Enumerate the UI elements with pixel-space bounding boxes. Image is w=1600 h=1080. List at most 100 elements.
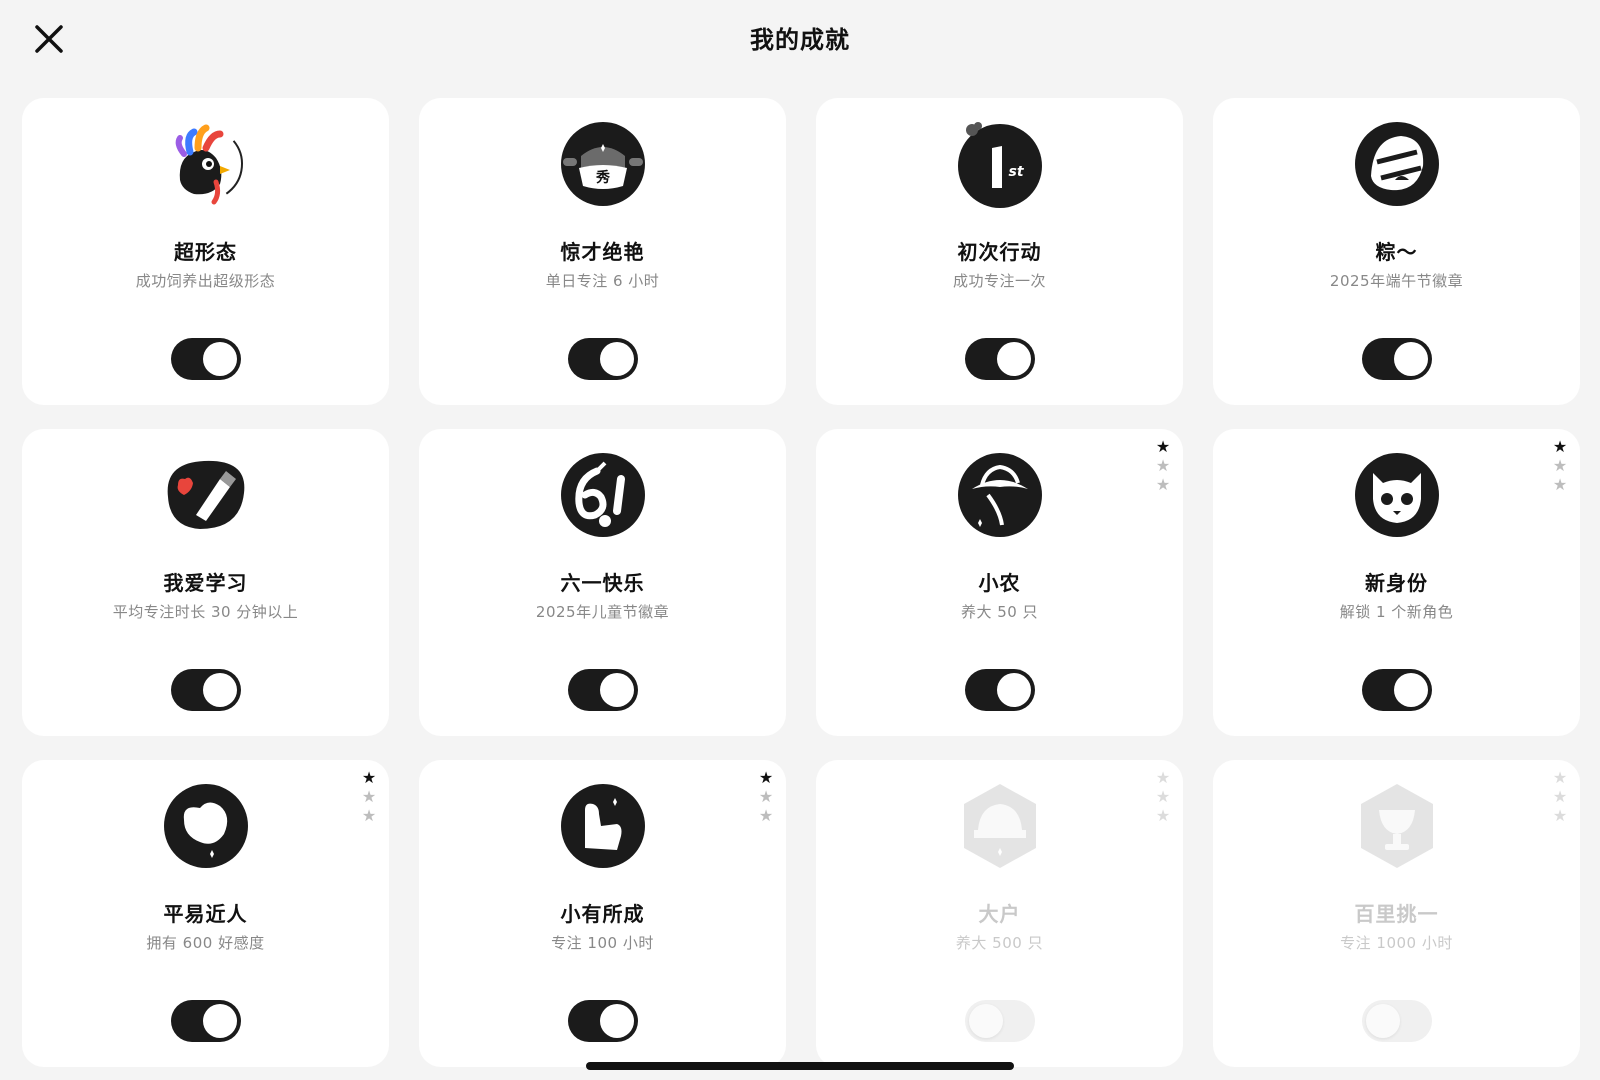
achievement-name: 百里挑一 xyxy=(1354,902,1439,926)
toggle-knob xyxy=(202,342,237,376)
star-empty-icon: ★ xyxy=(758,806,774,825)
achievement-card[interactable]: 平易近人 拥有 600 好感度 ★ ★ ★ xyxy=(22,760,389,1067)
thumb-up-icon xyxy=(557,780,649,872)
toggle-knob xyxy=(202,673,237,707)
star-filled-icon: ★ xyxy=(361,768,377,787)
achievement-card[interactable]: 小农 养大 50 只 ★ ★ ★ xyxy=(816,429,1183,736)
toggle-knob xyxy=(599,1004,634,1038)
top-bar: 我的成就 xyxy=(0,0,1600,80)
display-toggle[interactable] xyxy=(170,669,241,711)
achievement-description: 单日专注 6 小时 xyxy=(545,272,660,290)
achievement-name: 大户 xyxy=(978,902,1021,926)
star-empty-icon: ★ xyxy=(361,806,377,825)
achievement-description: 成功专注一次 xyxy=(952,272,1046,290)
rooster-icon xyxy=(160,118,252,210)
display-toggle[interactable] xyxy=(567,338,638,380)
toggle-knob xyxy=(1393,673,1428,707)
svg-text:秀: 秀 xyxy=(595,169,611,186)
cap-icon xyxy=(954,780,1046,872)
achievement-card[interactable]: 新身份 解锁 1 个新角色 ★ ★ ★ xyxy=(1213,429,1580,736)
toggle-knob xyxy=(1365,1004,1400,1038)
toggle-knob xyxy=(599,673,634,707)
star-rating: ★ ★ ★ xyxy=(1552,770,1570,827)
achievement-description: 2025年儿童节徽章 xyxy=(535,603,670,621)
achievement-description: 专注 100 小时 xyxy=(551,934,654,952)
sixty-one-icon xyxy=(557,449,649,541)
achievement-name: 粽～ xyxy=(1375,240,1418,264)
star-empty-icon: ★ xyxy=(1552,806,1568,825)
achievement-card[interactable]: 超形态成功饲养出超级形态 xyxy=(22,98,389,405)
achievement-description: 养大 500 只 xyxy=(955,934,1044,952)
achievement-name: 小有所成 xyxy=(560,902,645,926)
star-empty-icon: ★ xyxy=(1552,768,1568,787)
star-empty-icon: ★ xyxy=(1155,768,1171,787)
toggle-knob xyxy=(996,673,1031,707)
star-rating: ★ ★ ★ xyxy=(758,770,776,827)
achievement-name: 我爱学习 xyxy=(163,571,248,595)
achievement-description: 2025年端午节徽章 xyxy=(1329,272,1464,290)
farmer-hat-icon xyxy=(954,449,1046,541)
display-toggle[interactable] xyxy=(170,338,241,380)
star-empty-icon: ★ xyxy=(1155,475,1171,494)
star-empty-icon: ★ xyxy=(1155,787,1171,806)
achievement-name: 平易近人 xyxy=(163,902,248,926)
achievement-card[interactable]: st 初次行动成功专注一次 xyxy=(816,98,1183,405)
star-filled-icon: ★ xyxy=(1155,437,1171,456)
achievement-name: 新身份 xyxy=(1365,571,1428,595)
toggle-knob xyxy=(1393,342,1428,376)
achievement-description: 养大 50 只 xyxy=(960,603,1039,621)
toggle-knob xyxy=(202,1004,237,1038)
achievement-name: 惊才绝艳 xyxy=(560,240,645,264)
achievement-name: 六一快乐 xyxy=(560,571,645,595)
star-empty-icon: ★ xyxy=(361,787,377,806)
star-filled-icon: ★ xyxy=(758,768,774,787)
star-rating: ★ ★ ★ xyxy=(1155,439,1173,496)
achievement-name: 初次行动 xyxy=(957,240,1042,264)
pen-heart-icon xyxy=(160,449,252,541)
star-rating: ★ ★ ★ xyxy=(1552,439,1570,496)
first-place-icon: st xyxy=(954,118,1046,210)
cat-mask-icon xyxy=(1351,449,1443,541)
star-rating: ★ ★ ★ xyxy=(1155,770,1173,827)
page-title: 我的成就 xyxy=(750,26,850,54)
toggle-knob xyxy=(599,342,634,376)
star-empty-icon: ★ xyxy=(1552,456,1568,475)
achievement-card[interactable]: 我爱学习平均专注时长 30 分钟以上 xyxy=(22,429,389,736)
achievement-card[interactable]: 大户 养大 500 只 ★ ★ ★ xyxy=(816,760,1183,1067)
star-empty-icon: ★ xyxy=(1155,806,1171,825)
achievement-card[interactable]: 百里挑一 专注 1000 小时 ★ ★ ★ xyxy=(1213,760,1580,1067)
display-toggle[interactable] xyxy=(964,1000,1035,1042)
achievement-description: 解锁 1 个新角色 xyxy=(1339,603,1454,621)
trophy-icon xyxy=(1351,780,1443,872)
achievement-grid: 超形态成功饲养出超级形态 秀 惊才绝艳单日专注 6 小时 st 初次行动成功专注一… xyxy=(22,98,1580,1067)
toggle-knob xyxy=(968,1004,1003,1038)
display-toggle[interactable] xyxy=(170,1000,241,1042)
star-rating: ★ ★ ★ xyxy=(361,770,379,827)
star-filled-icon: ★ xyxy=(1552,437,1568,456)
achievement-name: 小农 xyxy=(978,571,1021,595)
achievement-description: 拥有 600 好感度 xyxy=(146,934,265,952)
achievement-description: 成功饲养出超级形态 xyxy=(135,272,276,290)
display-toggle[interactable] xyxy=(964,338,1035,380)
achievement-card[interactable]: 小有所成 专注 100 小时 ★ ★ ★ xyxy=(419,760,786,1067)
star-empty-icon: ★ xyxy=(1155,456,1171,475)
svg-text:st: st xyxy=(1008,164,1024,180)
display-toggle[interactable] xyxy=(567,669,638,711)
achievement-description: 专注 1000 小时 xyxy=(1340,934,1453,952)
display-toggle[interactable] xyxy=(567,1000,638,1042)
star-empty-icon: ★ xyxy=(758,787,774,806)
star-empty-icon: ★ xyxy=(1552,475,1568,494)
display-toggle[interactable] xyxy=(1361,1000,1432,1042)
display-toggle[interactable] xyxy=(1361,669,1432,711)
heart-blob-icon xyxy=(160,780,252,872)
achievement-name: 超形态 xyxy=(174,240,237,264)
achievement-card[interactable]: 六一快乐 2025年儿童节徽章 xyxy=(419,429,786,736)
home-indicator[interactable] xyxy=(586,1062,1014,1070)
achievement-card[interactable]: 秀 惊才绝艳单日专注 6 小时 xyxy=(419,98,786,405)
achievement-description: 平均专注时长 30 分钟以上 xyxy=(112,603,299,621)
achievement-card[interactable]: 粽～ 2025年端午节徽章 xyxy=(1213,98,1580,405)
display-toggle[interactable] xyxy=(1361,338,1432,380)
toggle-knob xyxy=(996,342,1031,376)
display-toggle[interactable] xyxy=(964,669,1035,711)
zongzi-icon xyxy=(1351,118,1443,210)
